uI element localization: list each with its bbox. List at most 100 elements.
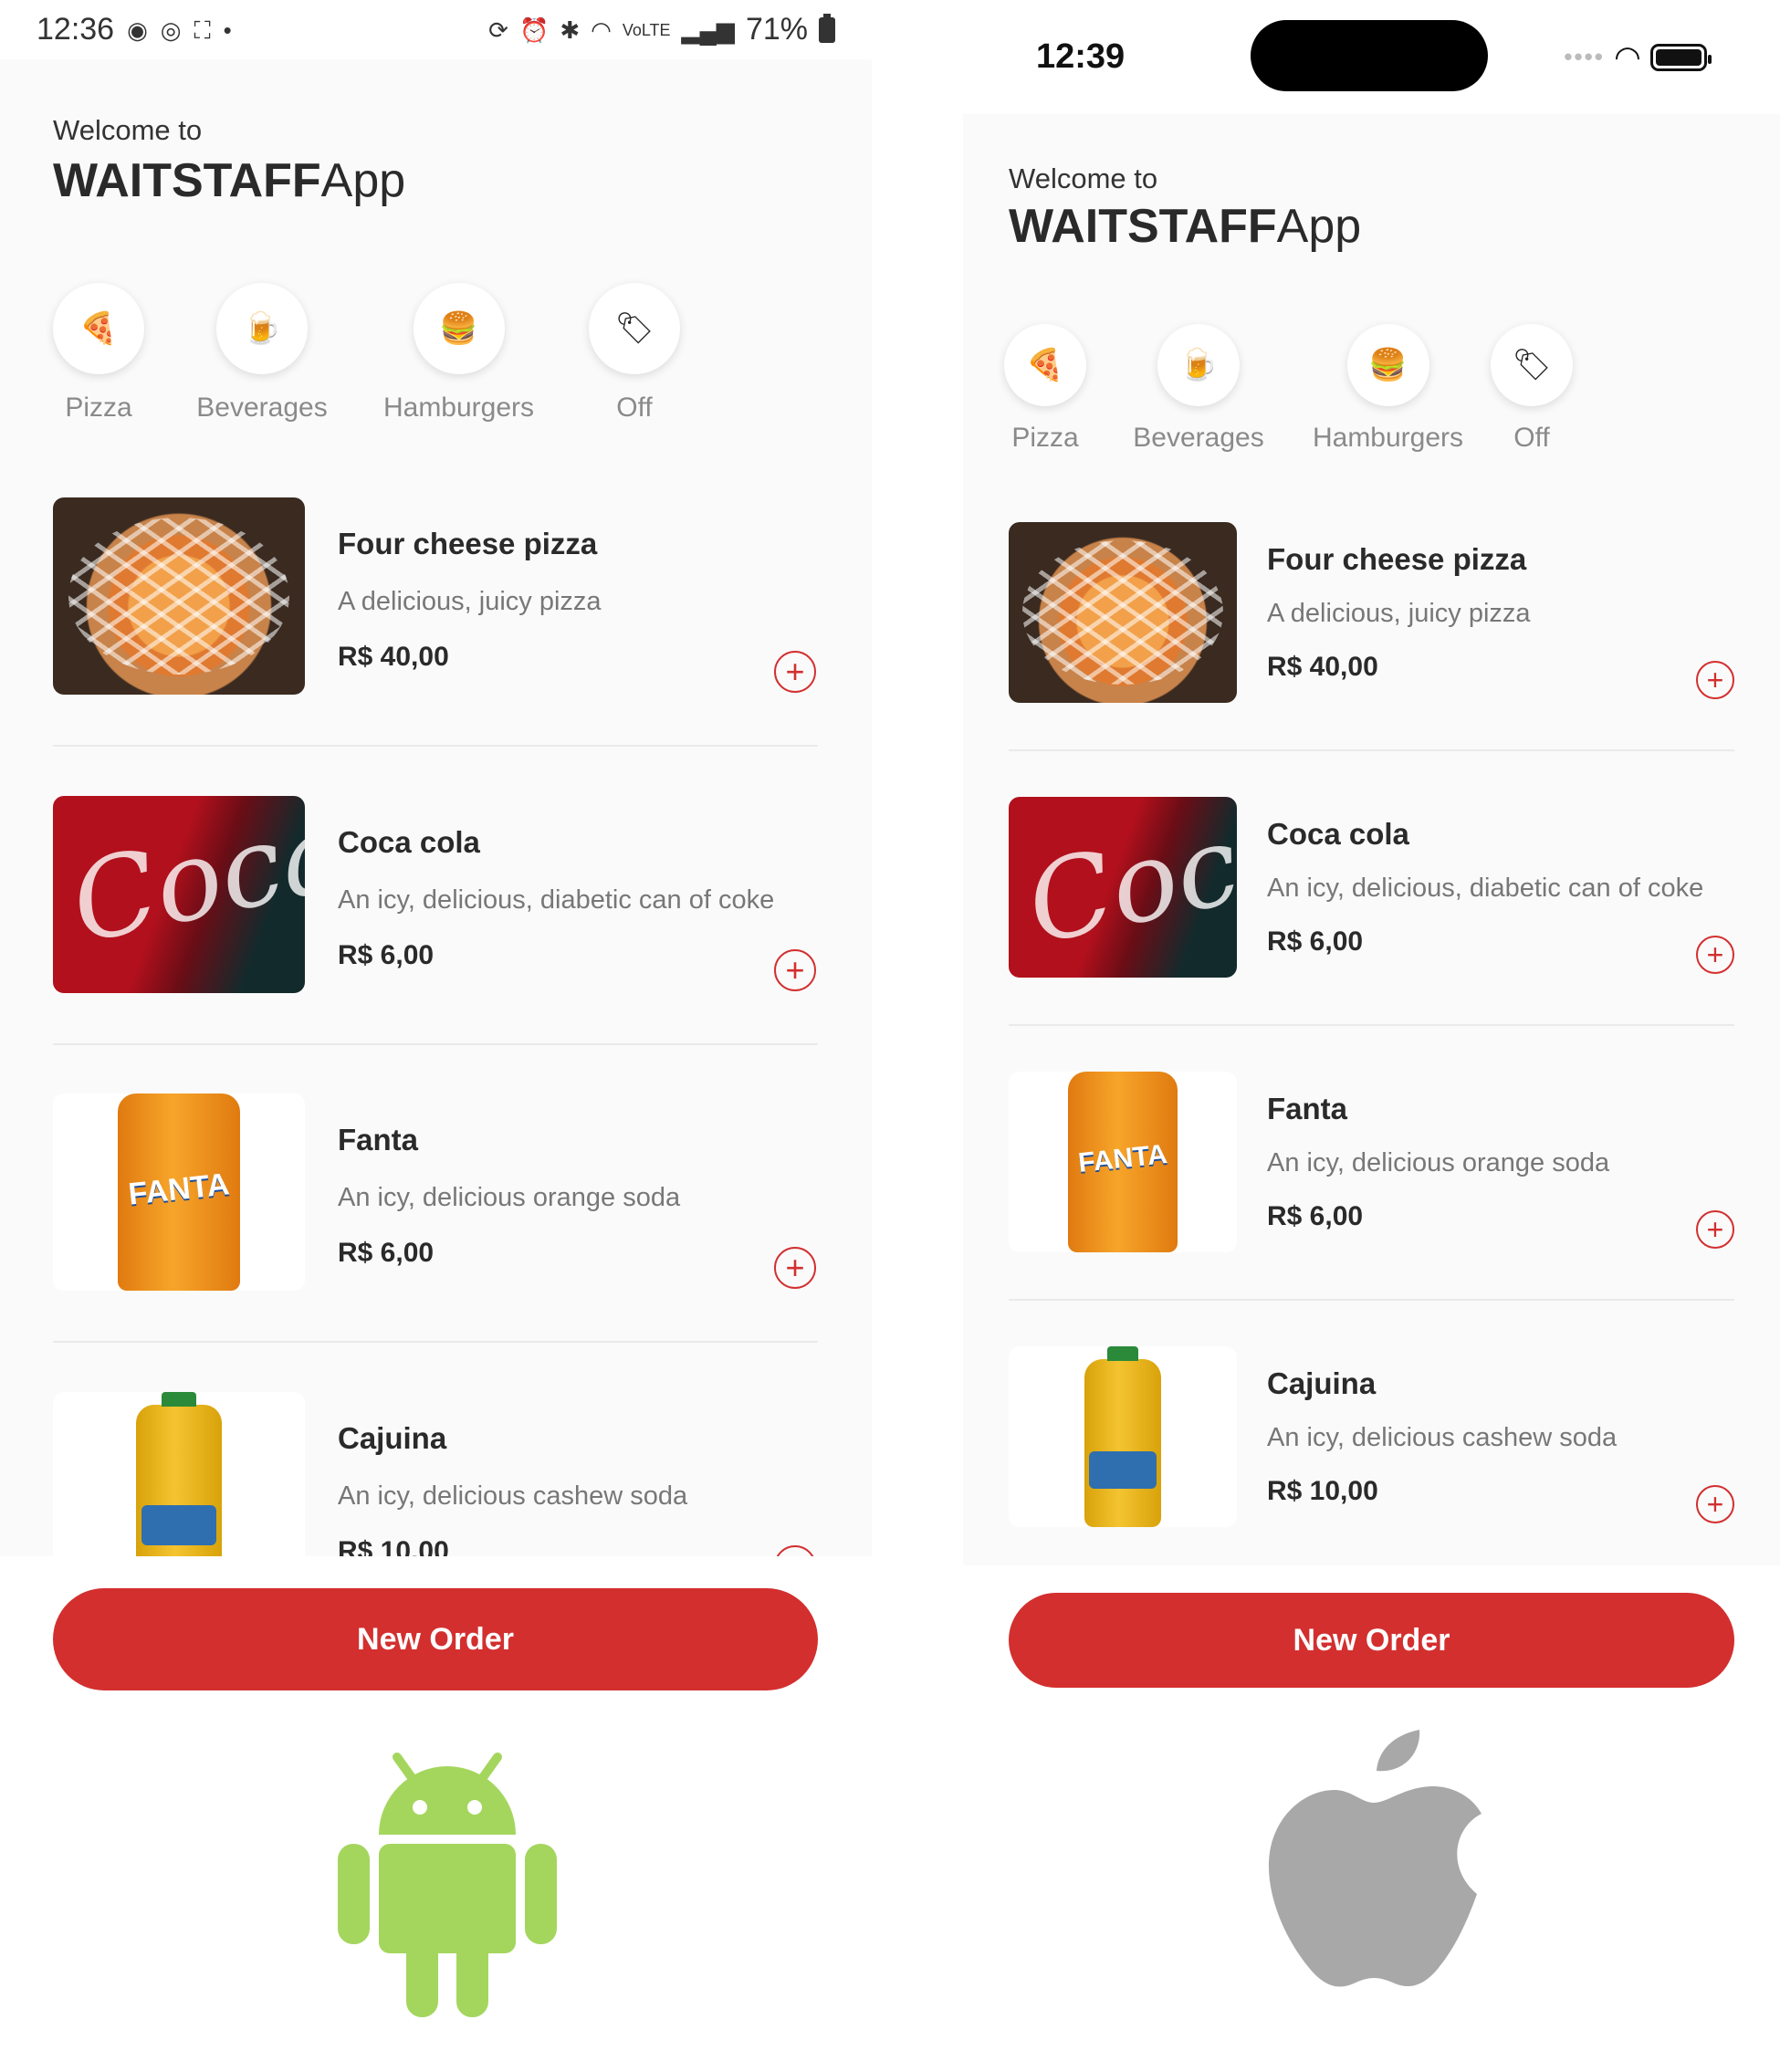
android-screen: 12:36 ◉ ◎ ⛶ • ⟳ ⏰ ✱ ◠ VoLTE ▂▄▆ 71% Welc… <box>0 0 872 1556</box>
divider <box>53 745 818 747</box>
category-beverages[interactable]: 🍺 Beverages <box>184 283 340 424</box>
apple-logo <box>1268 1730 1482 1987</box>
brand-light: App <box>320 154 406 207</box>
product-description: A delicious, juicy pizza <box>338 587 602 616</box>
product-item[interactable]: FANTA Fanta An icy, delicious orange sod… <box>0 1094 872 1349</box>
divider <box>53 1341 818 1343</box>
brand-bold: WAITSTAFF <box>53 154 321 207</box>
category-off[interactable]: 🏷 Off <box>1468 324 1596 454</box>
signal-icon: ▂▄▆ <box>681 16 735 44</box>
coke-logo-text: Coca <box>1016 797 1237 969</box>
dot-icon: • <box>223 16 232 44</box>
add-to-order-button[interactable]: + <box>1696 661 1734 699</box>
pizza-icon: 🍕 <box>53 283 144 374</box>
product-price: R$ 40,00 <box>338 642 449 672</box>
add-to-order-button[interactable]: + <box>1696 936 1734 974</box>
product-price: R$ 6,00 <box>338 1238 435 1268</box>
pizza-image <box>1009 522 1237 703</box>
product-price: R$ 10,00 <box>338 1536 449 1556</box>
messenger-icon: ◉ <box>127 16 148 44</box>
ios-status-bar: 12:39 •••• ◠ <box>963 0 1780 114</box>
divider <box>1009 1299 1734 1301</box>
category-label: Off <box>616 392 653 423</box>
tag-icon: 🏷 <box>589 283 680 374</box>
wifi-icon: ◠ <box>1615 39 1639 75</box>
add-to-order-button[interactable]: + <box>774 949 816 991</box>
product-item[interactable]: Coca Coca cola An icy, delicious, diabet… <box>0 796 872 1052</box>
product-name: Four cheese pizza <box>338 527 598 560</box>
product-name: Coca cola <box>1267 817 1409 851</box>
product-price: R$ 40,00 <box>1267 652 1378 682</box>
product-description: An icy, delicious orange soda <box>1267 1148 1610 1177</box>
product-price: R$ 6,00 <box>1267 926 1364 957</box>
divider <box>1009 1024 1734 1026</box>
fanta-logo-text: FANTA <box>1076 1139 1169 1179</box>
screenshot-icon: ⛶ <box>194 16 211 44</box>
category-hamburgers[interactable]: 🍔 Hamburgers <box>370 283 548 424</box>
category-pizza[interactable]: 🍕 Pizza <box>981 324 1109 454</box>
beer-icon: 🍺 <box>1157 324 1240 406</box>
product-name: Cajuina <box>1267 1366 1377 1400</box>
product-item[interactable]: Cajuina An icy, delicious cashew soda R$… <box>0 1392 872 1556</box>
product-name: Coca cola <box>338 825 480 859</box>
product-price: R$ 6,00 <box>1267 1201 1364 1231</box>
android-logo <box>338 1753 557 2017</box>
category-label: Beverages <box>1133 423 1264 453</box>
fanta-image: FANTA <box>1009 1072 1237 1252</box>
product-item[interactable]: Cajuina An icy, delicious cashew soda R$… <box>963 1346 1780 1565</box>
category-pizza[interactable]: 🍕 Pizza <box>35 283 162 424</box>
new-order-button[interactable]: New Order <box>53 1588 818 1690</box>
product-name: Cajuina <box>338 1421 447 1455</box>
divider <box>53 1043 818 1045</box>
pizza-image <box>53 497 305 695</box>
product-price: R$ 6,00 <box>338 940 435 970</box>
tag-icon: 🏷 <box>1491 324 1573 406</box>
coca-cola-image: Coca <box>1009 797 1237 978</box>
coca-cola-image: Coca <box>53 796 305 993</box>
category-label: Hamburgers <box>382 392 535 423</box>
brand-title: WAITSTAFFApp <box>53 153 405 208</box>
category-label: Off <box>1513 423 1550 453</box>
product-description: An icy, delicious, diabetic can of coke <box>1267 874 1704 903</box>
category-hamburgers[interactable]: 🍔 Hamburgers <box>1299 324 1477 454</box>
add-to-order-button[interactable]: + <box>774 1247 816 1289</box>
product-item[interactable]: Coca Coca cola An icy, delicious, diabet… <box>963 797 1780 1062</box>
cajuina-image <box>1009 1346 1237 1527</box>
category-label: Hamburgers <box>1312 423 1464 453</box>
brand-title: WAITSTAFFApp <box>1009 199 1361 254</box>
fanta-bottle: FANTA <box>118 1094 240 1291</box>
product-name: Fanta <box>1267 1092 1348 1125</box>
dynamic-island <box>1251 20 1488 91</box>
battery-percent: 71% <box>745 12 808 47</box>
ios-screen: 12:39 •••• ◠ Welcome to WAITSTAFFApp 🍕 P… <box>963 0 1780 1565</box>
bluetooth-icon: ✱ <box>560 16 581 44</box>
cajuina-image <box>53 1392 305 1556</box>
add-to-order-button[interactable]: + <box>1696 1485 1734 1523</box>
category-beverages[interactable]: 🍺 Beverages <box>1121 324 1276 454</box>
coke-logo-text: Coca <box>60 796 305 968</box>
product-item[interactable]: Four cheese pizza A delicious, juicy piz… <box>0 497 872 753</box>
wifi-icon: ◠ <box>591 16 612 44</box>
category-label: Pizza <box>65 392 132 423</box>
product-name: Four cheese pizza <box>1267 542 1527 576</box>
dots-icon: •••• <box>1564 43 1605 70</box>
fanta-bottle: FANTA <box>1068 1072 1178 1252</box>
volte-icon: VoLTE <box>622 20 671 39</box>
product-item[interactable]: Four cheese pizza A delicious, juicy piz… <box>963 522 1780 787</box>
product-description: An icy, delicious cashew soda <box>338 1481 688 1511</box>
add-to-order-button[interactable]: + <box>774 1545 816 1556</box>
new-order-button[interactable]: New Order <box>1009 1593 1734 1688</box>
add-to-order-button[interactable]: + <box>1696 1210 1734 1249</box>
comparison-canvas: 12:36 ◉ ◎ ⛶ • ⟳ ⏰ ✱ ◠ VoLTE ▂▄▆ 71% Welc… <box>0 0 1780 2072</box>
product-name: Fanta <box>338 1123 419 1156</box>
battery-icon <box>819 13 835 43</box>
add-to-order-button[interactable]: + <box>774 651 816 693</box>
product-description: An icy, delicious, diabetic can of coke <box>338 885 775 915</box>
category-off[interactable]: 🏷 Off <box>571 283 698 424</box>
product-item[interactable]: FANTA Fanta An icy, delicious orange sod… <box>963 1072 1780 1336</box>
category-label: Pizza <box>1011 423 1079 453</box>
android-status-bar: 12:36 ◉ ◎ ⛶ • ⟳ ⏰ ✱ ◠ VoLTE ▂▄▆ 71% <box>0 0 872 59</box>
status-time: 12:39 <box>1036 37 1126 76</box>
product-price: R$ 10,00 <box>1267 1476 1378 1506</box>
divider <box>1009 749 1734 751</box>
